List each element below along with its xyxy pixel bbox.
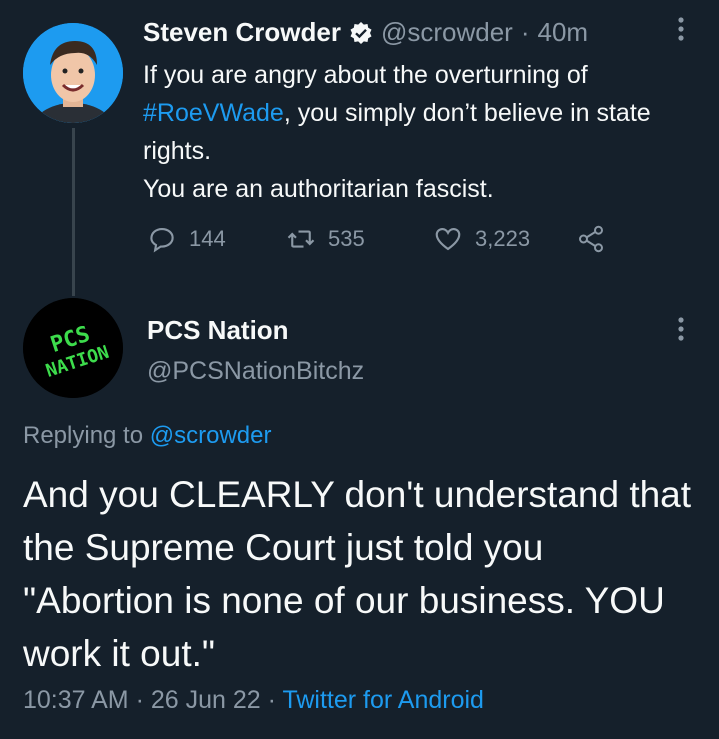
tweet-source-link[interactable]: Twitter for Android <box>282 686 483 714</box>
original-tweet-time[interactable]: 40m <box>538 17 589 48</box>
separator-dot: · <box>520 17 530 47</box>
retweet-count: 535 <box>328 226 365 251</box>
meta-separator-2: · <box>267 686 276 714</box>
share-action[interactable] <box>576 224 606 259</box>
pcs-nation-avatar[interactable]: PCS NATION <box>23 298 123 398</box>
original-tweet-header: Steven Crowder @scrowder · 40m <box>143 17 588 48</box>
original-tweet-text: If you are angry about the overturning o… <box>143 56 683 208</box>
original-author-name[interactable]: Steven Crowder <box>143 17 341 48</box>
reply-icon <box>150 227 174 253</box>
like-action[interactable]: 3,223 <box>433 224 530 254</box>
reply-more-options-icon[interactable] <box>675 314 687 351</box>
replying-to-handle-link[interactable]: @scrowder <box>150 422 272 449</box>
thread-connector-line <box>72 128 75 296</box>
hashtag-link[interactable]: #RoeVWade <box>143 99 284 127</box>
replying-to-prefix: Replying to <box>23 422 144 449</box>
meta-separator-1: · <box>135 686 144 714</box>
tweet-date[interactable]: 26 Jun 22 <box>151 686 261 714</box>
tweet-time[interactable]: 10:37 AM <box>23 686 129 714</box>
verified-badge-icon <box>349 21 373 45</box>
steven-crowder-avatar[interactable] <box>23 23 123 123</box>
reply-author-handle[interactable]: @PCSNationBitchz <box>147 357 364 386</box>
reply-action[interactable]: 144 <box>147 224 226 254</box>
share-icon <box>579 225 603 253</box>
person-avatar-icon <box>23 23 123 123</box>
reply-author-name[interactable]: PCS Nation <box>147 315 289 346</box>
replying-to-line: Replying to @scrowder <box>23 422 271 450</box>
reply-count: 144 <box>189 226 226 251</box>
retweet-icon <box>287 230 315 248</box>
original-author-handle[interactable]: @scrowder <box>381 17 513 48</box>
retweet-action[interactable]: 535 <box>286 224 365 254</box>
like-count: 3,223 <box>475 226 531 251</box>
heart-icon <box>435 227 461 251</box>
pcs-nation-logo: PCS NATION <box>23 298 123 398</box>
reply-tweet-text: And you CLEARLY don't understand that th… <box>23 474 692 674</box>
more-options-icon[interactable] <box>675 14 687 51</box>
tweet-metadata: 10:37 AM · 26 Jun 22 · Twitter for Andro… <box>23 686 484 715</box>
tweet-text-part3: You are an authoritarian fascist. <box>143 175 494 203</box>
tweet-text-part1: If you are angry about the overturning o… <box>143 61 588 89</box>
